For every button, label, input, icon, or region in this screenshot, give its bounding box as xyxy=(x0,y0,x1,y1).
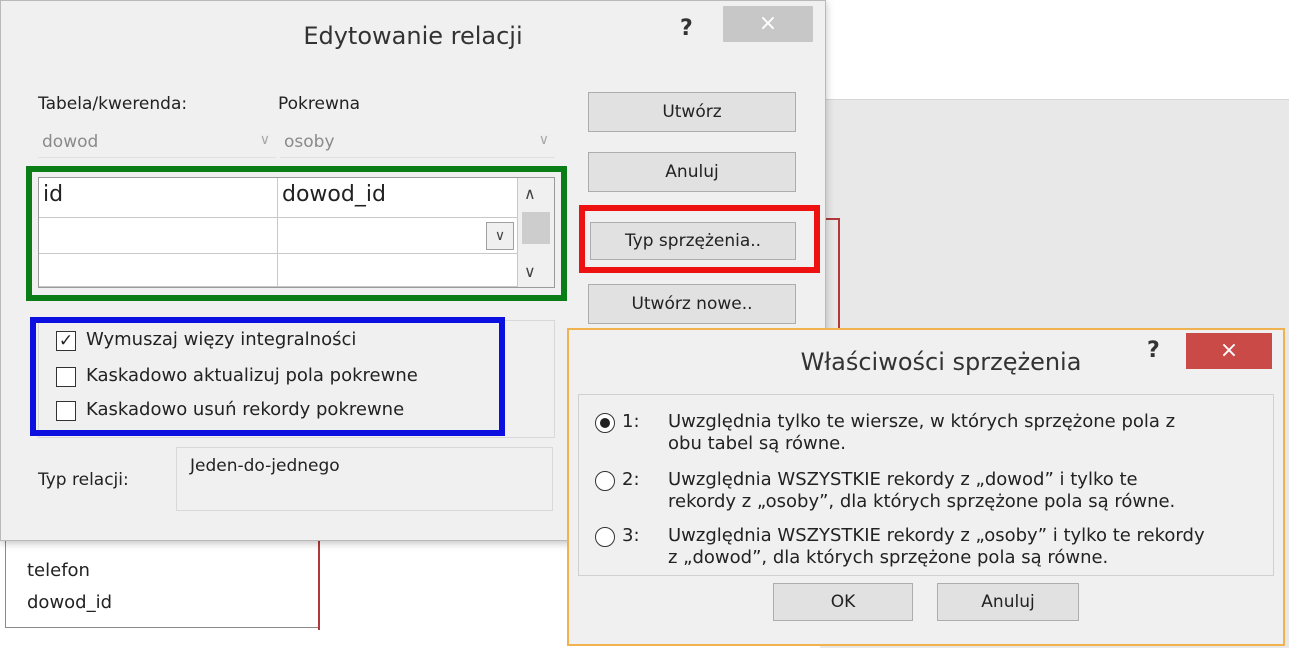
table-query-value: dowod xyxy=(42,132,99,152)
checkbox-highlight-blue xyxy=(30,317,505,436)
table-query-combo[interactable]: dowod ∨ xyxy=(38,128,276,158)
related-table-combo[interactable]: osoby ∨ xyxy=(280,128,555,158)
join-option-3-radio[interactable] xyxy=(595,527,615,547)
join-option-3-number: 3: xyxy=(622,525,640,546)
help-icon[interactable]: ? xyxy=(680,16,693,41)
join-option-2-number: 2: xyxy=(622,469,640,490)
related-table-label: Pokrewna xyxy=(278,94,361,114)
background-table xyxy=(5,540,320,628)
related-table-value: osoby xyxy=(284,132,335,152)
join-option-1-number: 1: xyxy=(622,411,640,432)
ok-button[interactable]: OK xyxy=(773,583,913,621)
relation-type-value: Jeden-do-jednego xyxy=(190,456,340,476)
join-option-1-line2: obu tabel są równe. xyxy=(668,433,846,454)
join-option-3-line1: Uwzględnia WSZYSTKIE rekordy z „osoby” i… xyxy=(668,525,1205,546)
background-table-border xyxy=(838,218,840,328)
background-table-edge xyxy=(318,540,320,630)
grid-highlight-green xyxy=(26,166,567,301)
table-query-label: Tabela/kwerenda: xyxy=(38,94,188,114)
join-option-3-line2: z „dowod”, dla których sprzężone pola są… xyxy=(668,547,1109,568)
join-option-3-text[interactable]: Uwzględnia WSZYSTKIE rekordy z „osoby” i… xyxy=(668,525,1268,569)
join-option-2-line2: rekordy z „osoby”, dla których sprzężone… xyxy=(668,491,1176,512)
join-cancel-button[interactable]: Anuluj xyxy=(937,583,1079,621)
table-field-dowod-id[interactable]: dowod_id xyxy=(27,592,112,613)
help-icon[interactable]: ? xyxy=(1147,338,1160,363)
relation-type-label: Typ relacji: xyxy=(38,470,129,490)
chevron-down-icon: ∨ xyxy=(259,132,270,148)
create-button[interactable]: Utwórz xyxy=(588,92,796,132)
join-option-2-text[interactable]: Uwzględnia WSZYSTKIE rekordy z „dowod” i… xyxy=(668,469,1268,513)
join-option-1-radio[interactable] xyxy=(595,413,615,433)
join-option-1-text[interactable]: Uwzględnia tylko te wiersze, w których s… xyxy=(668,411,1268,455)
join-dialog-title: Właściwości sprzężenia xyxy=(800,348,1082,376)
join-option-1-line1: Uwzględnia tylko te wiersze, w których s… xyxy=(668,411,1176,432)
chevron-down-icon: ∨ xyxy=(538,132,549,148)
join-option-2-line1: Uwzględnia WSZYSTKIE rekordy z „dowod” i… xyxy=(668,469,1138,490)
join-type-highlight-red xyxy=(579,205,820,273)
dialog-title: Edytowanie relacji xyxy=(303,22,523,50)
cancel-button[interactable]: Anuluj xyxy=(588,152,796,192)
close-button[interactable]: × xyxy=(723,6,813,42)
close-button[interactable]: × xyxy=(1186,333,1272,369)
join-option-2-radio[interactable] xyxy=(595,471,615,491)
create-new-button[interactable]: Utwórz nowe.. xyxy=(588,284,796,324)
table-field-telefon[interactable]: telefon xyxy=(27,560,90,581)
